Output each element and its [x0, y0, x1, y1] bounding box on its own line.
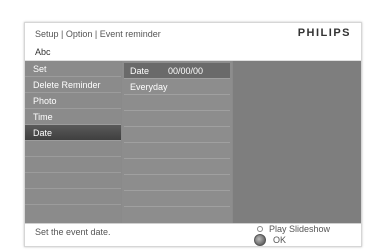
breadcrumb: Setup | Option | Event reminder	[35, 29, 161, 39]
header: Setup | Option | Event reminder PHILIPS	[25, 23, 361, 45]
footer: Set the event date. Play Slideshow OK	[25, 223, 361, 246]
submenu-item-label: Date	[130, 66, 150, 76]
menu-empty-row	[25, 173, 121, 189]
hint-text: Set the event date.	[35, 227, 111, 237]
submenu-item-date[interactable]: Date 00/00/00	[124, 63, 230, 79]
submenu-empty-row	[124, 95, 230, 111]
device-frame: Setup | Option | Event reminder PHILIPS …	[0, 0, 375, 252]
preview-panel	[233, 61, 361, 223]
submenu-empty-row	[124, 159, 230, 175]
subheader-text: Abc	[35, 47, 51, 57]
menu-area: Set Delete Reminder Photo Time Date Date…	[25, 61, 361, 223]
control-legend: Play Slideshow OK	[253, 224, 361, 246]
menu-item-time[interactable]: Time	[25, 109, 121, 125]
navigation-knob-icon	[254, 234, 266, 246]
submenu-item-label: Everyday	[130, 82, 168, 92]
menu-empty-row	[25, 157, 121, 173]
up-dot-icon	[257, 226, 263, 232]
screen: Setup | Option | Event reminder PHILIPS …	[24, 22, 362, 247]
submenu-empty-row	[124, 111, 230, 127]
subheader: Abc	[25, 45, 361, 61]
menu-item-photo[interactable]: Photo	[25, 93, 121, 109]
submenu-empty-row	[124, 191, 230, 207]
brand-logo: PHILIPS	[297, 27, 351, 39]
submenu-empty-row	[124, 175, 230, 191]
menu-item-set[interactable]: Set	[25, 61, 121, 77]
menu-empty-row	[25, 189, 121, 205]
menu-item-date[interactable]: Date	[25, 125, 121, 141]
ok-label: OK	[273, 235, 287, 245]
menu-item-label: Set	[33, 64, 47, 74]
menu-item-label: Date	[33, 128, 53, 138]
main-menu: Set Delete Reminder Photo Time Date	[25, 61, 121, 223]
menu-item-label: Photo	[33, 96, 57, 106]
submenu: Date 00/00/00 Everyday	[122, 61, 232, 223]
submenu-empty-row	[124, 127, 230, 143]
play-slideshow-label: Play Slideshow	[269, 224, 331, 234]
menu-item-label: Time	[33, 112, 53, 122]
date-value: 00/00/00	[168, 66, 204, 76]
menu-item-delete-reminder[interactable]: Delete Reminder	[25, 77, 121, 93]
menu-item-label: Delete Reminder	[33, 80, 101, 90]
menu-empty-row	[25, 141, 121, 157]
submenu-empty-row	[124, 143, 230, 159]
submenu-item-everyday[interactable]: Everyday	[124, 79, 230, 95]
